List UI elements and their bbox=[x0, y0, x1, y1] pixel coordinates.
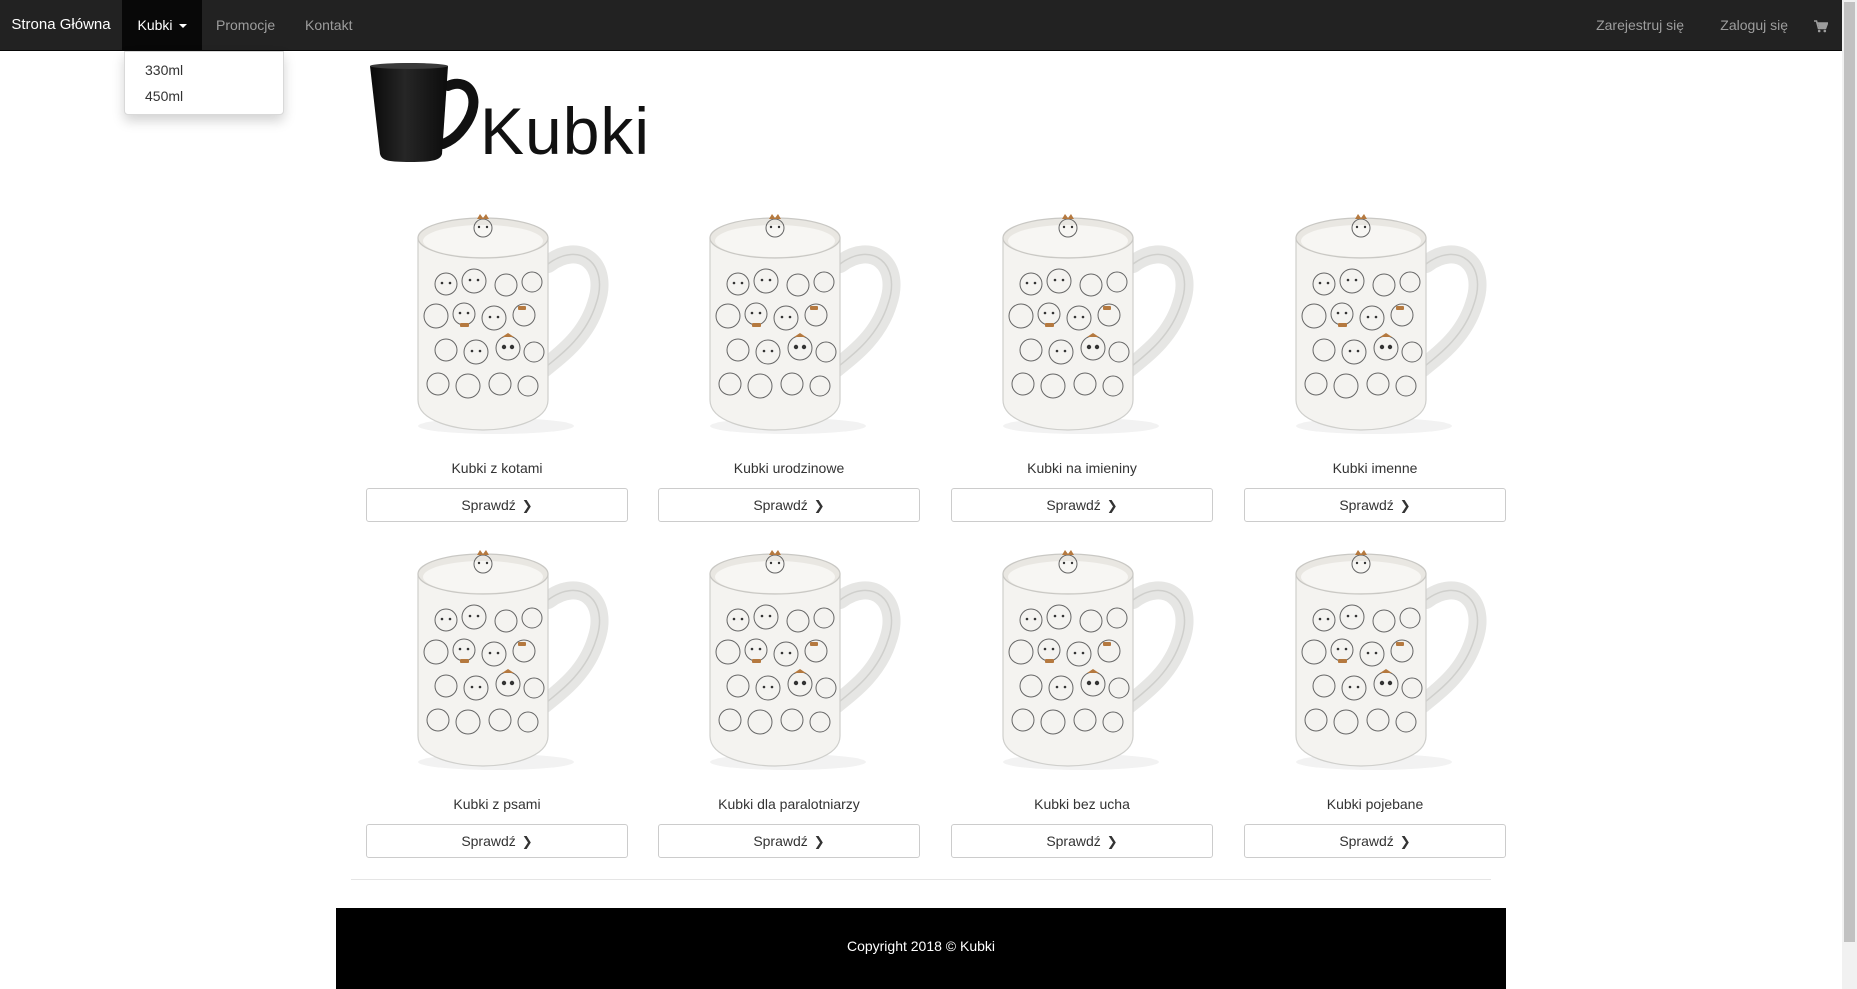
check-button[interactable]: Sprawdź ❯ bbox=[951, 488, 1213, 522]
check-button[interactable]: Sprawdź ❯ bbox=[658, 824, 920, 858]
product-title: Kubki z psami bbox=[453, 796, 541, 812]
chevron-right-icon: ❯ bbox=[1106, 834, 1118, 850]
kubki-dropdown-menu: 330ml 450ml bbox=[124, 51, 284, 115]
check-button-label: Sprawdź bbox=[753, 833, 808, 849]
product-card: Kubki bez ucha Sprawdź ❯ bbox=[951, 522, 1213, 862]
page-scrollbar[interactable] bbox=[1842, 0, 1857, 989]
check-button-label: Sprawdź bbox=[1339, 497, 1394, 513]
check-button[interactable]: Sprawdź ❯ bbox=[1244, 824, 1506, 858]
product-card: Kubki pojebane Sprawdź ❯ bbox=[1244, 522, 1506, 862]
product-title: Kubki imenne bbox=[1332, 460, 1418, 476]
check-button-label: Sprawdź bbox=[1046, 497, 1101, 513]
logo-text: Kubki bbox=[480, 94, 651, 168]
product-card: Kubki z kotami Sprawdź ❯ bbox=[366, 186, 628, 526]
chevron-right-icon: ❯ bbox=[1399, 834, 1411, 850]
nav-link-kontakt[interactable]: Kontakt bbox=[305, 0, 352, 50]
chevron-right-icon: ❯ bbox=[813, 834, 825, 850]
check-button[interactable]: Sprawdź ❯ bbox=[366, 488, 628, 522]
product-image bbox=[658, 186, 920, 450]
chevron-right-icon: ❯ bbox=[521, 498, 533, 514]
product-image bbox=[1244, 522, 1506, 786]
nav-link-login[interactable]: Zaloguj się bbox=[1720, 0, 1788, 50]
shopping-cart-icon[interactable] bbox=[1810, 0, 1832, 50]
chevron-right-icon: ❯ bbox=[1106, 498, 1118, 514]
check-button-label: Sprawdź bbox=[1339, 833, 1394, 849]
check-button[interactable]: Sprawdź ❯ bbox=[658, 488, 920, 522]
product-card: Kubki dla paralotniarzy Sprawdź ❯ bbox=[658, 522, 920, 862]
caret-down-icon bbox=[178, 24, 187, 29]
check-button-label: Sprawdź bbox=[1046, 833, 1101, 849]
chevron-right-icon: ❯ bbox=[521, 834, 533, 850]
product-image bbox=[366, 186, 628, 450]
site-logo[interactable]: Kubki bbox=[368, 62, 651, 174]
dropdown-item-450ml[interactable]: 450ml bbox=[125, 83, 283, 109]
check-button-label: Sprawdź bbox=[461, 497, 516, 513]
nav-link-promocje[interactable]: Promocje bbox=[216, 0, 275, 50]
product-image bbox=[951, 522, 1213, 786]
product-image bbox=[951, 186, 1213, 450]
product-title: Kubki dla paralotniarzy bbox=[718, 796, 860, 812]
product-image bbox=[366, 522, 628, 786]
product-title: Kubki bez ucha bbox=[1034, 796, 1130, 812]
product-card: Kubki z psami Sprawdź ❯ bbox=[366, 522, 628, 862]
scrollbar-thumb[interactable] bbox=[1844, 2, 1855, 942]
site-footer: Copyright 2018 © Kubki bbox=[336, 908, 1506, 989]
content-divider bbox=[351, 879, 1491, 880]
mug-icon bbox=[370, 63, 479, 162]
nav-dropdown-kubki[interactable]: Kubki bbox=[122, 0, 202, 50]
top-navbar: Strona Główna Kubki Promocje Kontakt Zar… bbox=[0, 0, 1842, 51]
product-image bbox=[658, 522, 920, 786]
chevron-right-icon: ❯ bbox=[1399, 498, 1411, 514]
dropdown-item-330ml[interactable]: 330ml bbox=[125, 57, 283, 83]
check-button[interactable]: Sprawdź ❯ bbox=[366, 824, 628, 858]
chevron-right-icon: ❯ bbox=[813, 498, 825, 514]
nav-link-register[interactable]: Zarejestruj się bbox=[1596, 0, 1684, 50]
footer-copyright: Copyright 2018 © Kubki bbox=[846, 938, 996, 954]
nav-brand-home[interactable]: Strona Główna bbox=[0, 0, 122, 50]
product-title: Kubki na imieniny bbox=[1027, 460, 1137, 476]
product-title: Kubki urodzinowe bbox=[733, 460, 845, 476]
check-button-label: Sprawdź bbox=[461, 833, 516, 849]
product-card: Kubki na imieniny Sprawdź ❯ bbox=[951, 186, 1213, 526]
check-button[interactable]: Sprawdź ❯ bbox=[951, 824, 1213, 858]
product-title: Kubki z kotami bbox=[451, 460, 543, 476]
check-button-label: Sprawdź bbox=[753, 497, 808, 513]
product-card: Kubki imenne Sprawdź ❯ bbox=[1244, 186, 1506, 526]
product-title: Kubki pojebane bbox=[1326, 796, 1424, 812]
product-card: Kubki urodzinowe Sprawdź ❯ bbox=[658, 186, 920, 526]
check-button[interactable]: Sprawdź ❯ bbox=[1244, 488, 1506, 522]
nav-dropdown-label: Kubki bbox=[137, 17, 173, 33]
product-image bbox=[1244, 186, 1506, 450]
